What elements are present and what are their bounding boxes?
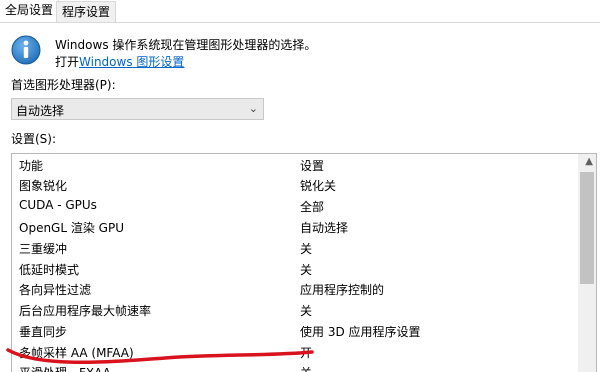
settings-list[interactable]: 功能 设置 图象锐化 锐化关 CUDA - GPUs 全部 OpenGL 渲染 … <box>11 153 597 372</box>
header-feature: 功能 <box>19 159 44 173</box>
windows-graphics-settings-link[interactable]: Windows 图形设置 <box>79 55 184 69</box>
feature-name: CUDA - GPUs <box>19 198 97 212</box>
feature-name: 平滑处理 - FXAA <box>19 364 111 372</box>
list-item[interactable]: 各向异性过滤 应用程序控制的 <box>12 278 577 298</box>
feature-name: 低延时模式 <box>19 263 80 277</box>
info-message: Windows 操作系统现在管理图形处理器的选择。 <box>55 38 317 52</box>
list-header: 功能 设置 <box>12 154 577 174</box>
feature-name: 三重缓冲 <box>19 242 68 256</box>
info-link-line: 打开Windows 图形设置 <box>55 53 184 70</box>
preferred-gpu-label: 首选图形处理器(P): <box>11 78 116 92</box>
feature-name: 多帧采样 AA (MFAA) <box>19 346 134 360</box>
list-item[interactable]: 垂直同步 使用 3D 应用程序设置 <box>12 320 577 340</box>
list-item[interactable]: 多帧采样 AA (MFAA) 开 <box>12 341 577 361</box>
list-item[interactable]: 后台应用程序最大帧速率 关 <box>12 299 577 319</box>
feature-name: 各向异性过滤 <box>19 283 92 297</box>
preferred-gpu-select[interactable]: 自动选择 ⌄ <box>11 98 264 120</box>
list-item[interactable]: CUDA - GPUs 全部 <box>12 195 577 215</box>
feature-name: 图象锐化 <box>19 179 68 193</box>
feature-value: 锐化关 <box>300 179 337 193</box>
feature-value: 关 <box>300 242 313 256</box>
scrollbar-thumb[interactable] <box>580 172 594 284</box>
info-link-prefix: 打开 <box>55 55 80 69</box>
feature-value: 自动选择 <box>300 221 349 235</box>
list-item[interactable]: 平滑处理 - FXAA 关 <box>12 361 577 372</box>
vertical-scrollbar[interactable]: ▲ <box>578 154 596 372</box>
feature-name: 后台应用程序最大帧速率 <box>19 304 152 318</box>
feature-value: 关 <box>300 364 312 372</box>
feature-name: OpenGL 渲染 GPU <box>19 221 124 235</box>
tab-global-settings[interactable]: 全局设置 <box>0 0 60 22</box>
header-setting: 设置 <box>300 159 325 173</box>
feature-value: 关 <box>300 304 313 318</box>
feature-value: 关 <box>300 263 313 277</box>
feature-name: 垂直同步 <box>19 325 68 339</box>
list-item[interactable]: OpenGL 渲染 GPU 自动选择 <box>12 216 577 236</box>
tab-program-settings[interactable]: 程序设置 <box>56 1 117 22</box>
feature-value: 使用 3D 应用程序设置 <box>300 325 421 339</box>
settings-label: 设置(S): <box>11 132 57 146</box>
tab-strip: 全局设置 程序设置 <box>0 0 600 23</box>
scroll-up-icon[interactable]: ▲ <box>585 156 593 167</box>
list-item[interactable]: 图象锐化 锐化关 <box>12 174 577 194</box>
list-item[interactable]: 三重缓冲 关 <box>12 237 577 257</box>
preferred-gpu-value: 自动选择 <box>16 104 65 118</box>
feature-value: 全部 <box>300 200 325 214</box>
feature-value: 应用程序控制的 <box>300 283 385 297</box>
feature-value: 开 <box>300 346 313 360</box>
list-item[interactable]: 低延时模式 关 <box>12 258 577 278</box>
info-icon <box>11 35 41 65</box>
chevron-down-icon: ⌄ <box>248 102 258 115</box>
